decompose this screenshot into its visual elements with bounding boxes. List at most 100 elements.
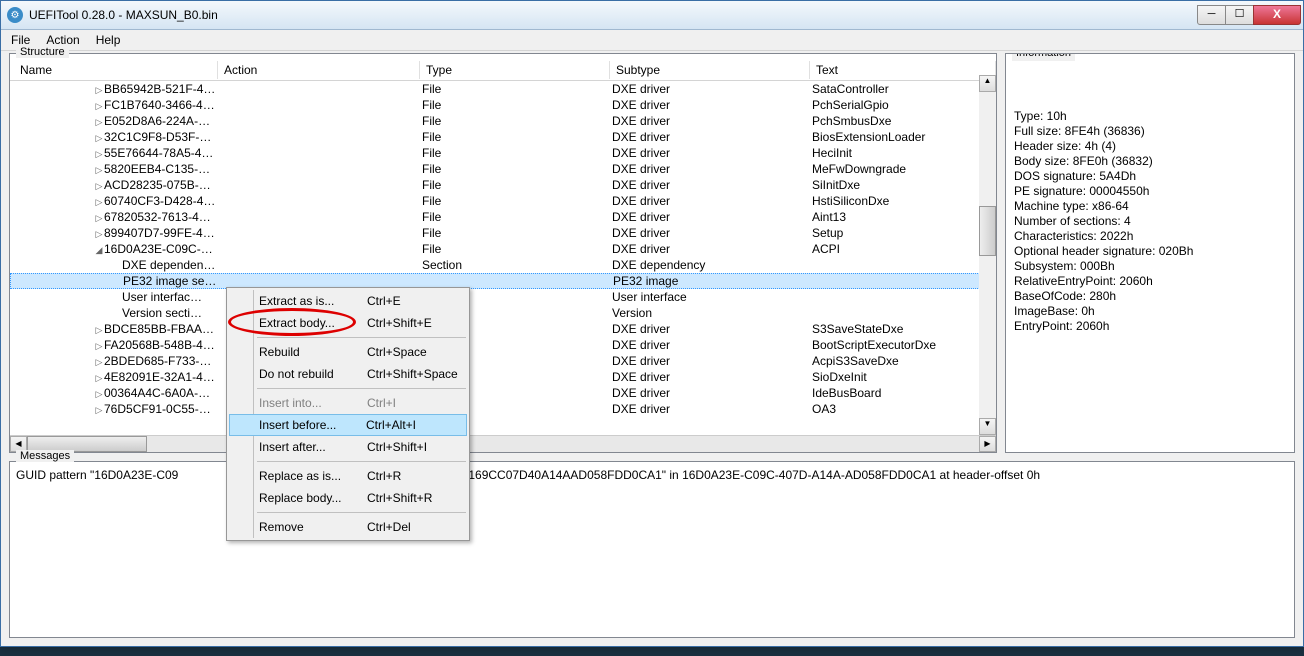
expand-icon[interactable]: ▷	[94, 149, 104, 160]
expand-icon[interactable]: ▷	[94, 101, 104, 112]
info-title: Information	[1012, 53, 1075, 61]
tree-row[interactable]: ▷67820532-7613-4…FileDXE driverAint13	[10, 209, 996, 225]
row-name: User interfac…	[10, 290, 218, 304]
menu-item-insert-after[interactable]: Insert after...Ctrl+Shift+I	[229, 436, 467, 458]
row-name: ▷60740CF3-D428-4…	[10, 194, 218, 208]
row-subtype: DXE driver	[610, 178, 810, 192]
message-right: 2D0169CC07D40A14AAD058FDD0CA1" in 16D0A2…	[446, 468, 1040, 482]
tree-row[interactable]: ▷FA20568B-548B-4…DXE driverBootScriptExe…	[10, 337, 996, 353]
tree-row[interactable]: ▷ACD28235-075B-4…FileDXE driverSiInitDxe	[10, 177, 996, 193]
scroll-up-icon[interactable]: ▲	[979, 75, 996, 92]
row-name: ▷E052D8A6-224A-4…	[10, 114, 218, 128]
scroll-thumb[interactable]	[979, 206, 996, 256]
row-name: ▷FC1B7640-3466-4…	[10, 98, 218, 112]
info-line: Header size: 4h (4)	[1014, 139, 1286, 154]
row-subtype: DXE driver	[610, 98, 810, 112]
scroll-down-icon[interactable]: ▼	[979, 418, 996, 435]
expand-icon[interactable]: ▷	[94, 213, 104, 224]
tree-row[interactable]: ▷32C1C9F8-D53F-4…FileDXE driverBiosExten…	[10, 129, 996, 145]
row-name: PE32 image se…	[11, 274, 219, 288]
expand-icon[interactable]: ▷	[94, 117, 104, 128]
scroll-right-icon[interactable]: ▶	[979, 436, 996, 452]
row-subtype: DXE driver	[610, 354, 810, 368]
tree-row[interactable]: ▷55E76644-78A5-4…FileDXE driverHeciInit	[10, 145, 996, 161]
expand-icon[interactable]: ▷	[94, 341, 104, 352]
expand-icon[interactable]: ▷	[94, 229, 104, 240]
vertical-scrollbar[interactable]: ▲ ▼	[979, 75, 996, 435]
header-text[interactable]: Text	[810, 61, 996, 79]
tree-row[interactable]: ▷5820EEB4-C135-4…FileDXE driverMeFwDowng…	[10, 161, 996, 177]
expand-icon[interactable]: ▷	[94, 325, 104, 336]
expand-icon[interactable]: ▷	[94, 197, 104, 208]
close-button[interactable]: X	[1253, 5, 1301, 25]
menu-separator	[257, 512, 466, 513]
row-subtype: DXE driver	[610, 82, 810, 96]
content-area: Structure Name Action Type Subtype Text …	[1, 51, 1303, 646]
tree-row[interactable]: User interfac…User interface	[10, 289, 996, 305]
tree-row[interactable]: ▷2BDED685-F733-4…DXE driverAcpiS3SaveDxe	[10, 353, 996, 369]
expand-icon[interactable]: ▷	[94, 373, 104, 384]
tree-row[interactable]: ▷00364A4C-6A0A-4…DXE driverIdeBusBoard	[10, 385, 996, 401]
menu-item-remove[interactable]: RemoveCtrl+Del	[229, 516, 467, 538]
expand-icon[interactable]: ▷	[94, 85, 104, 96]
tree-row[interactable]: ▷76D5CF91-0C55-4…DXE driverOA3	[10, 401, 996, 417]
expand-icon[interactable]: ▷	[94, 181, 104, 192]
menu-shortcut: Ctrl+Del	[367, 520, 467, 534]
row-type: File	[420, 162, 610, 176]
maximize-button[interactable]: ☐	[1225, 5, 1254, 25]
info-line: ImageBase: 0h	[1014, 304, 1286, 319]
row-name: ▷32C1C9F8-D53F-4…	[10, 130, 218, 144]
tree-row[interactable]: ▷899407D7-99FE-4…FileDXE driverSetup	[10, 225, 996, 241]
expand-icon[interactable]: ▷	[94, 389, 104, 400]
menu-item-extract-body[interactable]: Extract body...Ctrl+Shift+E	[229, 312, 467, 334]
row-text: MeFwDowngrade	[810, 162, 996, 176]
menu-action[interactable]: Action	[46, 33, 79, 47]
expand-icon[interactable]: ▷	[94, 405, 104, 416]
expand-icon[interactable]: ▷	[94, 357, 104, 368]
menu-item-insert-before[interactable]: Insert before...Ctrl+Alt+I	[229, 414, 467, 436]
menu-help[interactable]: Help	[96, 33, 121, 47]
row-text: BiosExtensionLoader	[810, 130, 996, 144]
menu-item-replace-as-is[interactable]: Replace as is...Ctrl+R	[229, 465, 467, 487]
expand-icon[interactable]: ▷	[94, 133, 104, 144]
menu-shortcut: Ctrl+Shift+E	[367, 316, 467, 330]
tree-header: Name Action Type Subtype Text	[10, 60, 996, 81]
tree-row[interactable]: ▷BDCE85BB-FBAA-4…DXE driverS3SaveStateDx…	[10, 321, 996, 337]
header-type[interactable]: Type	[420, 61, 610, 79]
menu-item-replace-body[interactable]: Replace body...Ctrl+Shift+R	[229, 487, 467, 509]
tree-row[interactable]: ▷4E82091E-32A1-4…DXE driverSioDxeInit	[10, 369, 996, 385]
horizontal-scrollbar[interactable]: ◀ ▶	[10, 435, 996, 452]
row-type: File	[420, 178, 610, 192]
menu-item-do-not-rebuild[interactable]: Do not rebuildCtrl+Shift+Space	[229, 363, 467, 385]
tree-row[interactable]: ▷BB65942B-521F-4…FileDXE driverSataContr…	[10, 81, 996, 97]
tree-row[interactable]: Version secti…Version	[10, 305, 996, 321]
header-subtype[interactable]: Subtype	[610, 61, 810, 79]
menu-item-rebuild[interactable]: RebuildCtrl+Space	[229, 341, 467, 363]
menu-shortcut: Ctrl+Shift+Space	[367, 367, 467, 381]
row-name: ▷00364A4C-6A0A-4…	[10, 386, 218, 400]
tree-row[interactable]: ◢16D0A23E-C09C-4…FileDXE driverACPI	[10, 241, 996, 257]
tree-row[interactable]: ▷E052D8A6-224A-4…FileDXE driverPchSmbusD…	[10, 113, 996, 129]
structure-panel: Structure Name Action Type Subtype Text …	[9, 53, 997, 453]
expand-icon[interactable]: ▷	[94, 165, 104, 176]
context-menu[interactable]: Extract as is...Ctrl+EExtract body...Ctr…	[226, 287, 470, 541]
row-name: ▷2BDED685-F733-4…	[10, 354, 218, 368]
row-subtype: DXE driver	[610, 370, 810, 384]
tree-row[interactable]: ▷60740CF3-D428-4…FileDXE driverHstiSilic…	[10, 193, 996, 209]
collapse-icon[interactable]: ◢	[94, 245, 104, 256]
app-icon: ⚙	[7, 7, 23, 23]
titlebar[interactable]: ⚙ UEFITool 0.28.0 - MAXSUN_B0.bin ─ ☐ X	[1, 1, 1303, 30]
row-subtype: DXE driver	[610, 194, 810, 208]
tree-row[interactable]: DXE dependenc…SectionDXE dependency	[10, 257, 996, 273]
tree-body[interactable]: ▷BB65942B-521F-4…FileDXE driverSataContr…	[10, 81, 996, 435]
header-action[interactable]: Action	[218, 61, 420, 79]
minimize-button[interactable]: ─	[1197, 5, 1226, 25]
row-type: Section	[420, 258, 610, 272]
tree-row[interactable]: PE32 image se…PE32 image	[10, 273, 996, 289]
menu-item-extract-as-is[interactable]: Extract as is...Ctrl+E	[229, 290, 467, 312]
header-name[interactable]: Name	[14, 61, 218, 79]
row-text: Aint13	[810, 210, 996, 224]
tree-row[interactable]: ▷FC1B7640-3466-4…FileDXE driverPchSerial…	[10, 97, 996, 113]
menu-file[interactable]: File	[11, 33, 30, 47]
row-name: ▷76D5CF91-0C55-4…	[10, 402, 218, 416]
